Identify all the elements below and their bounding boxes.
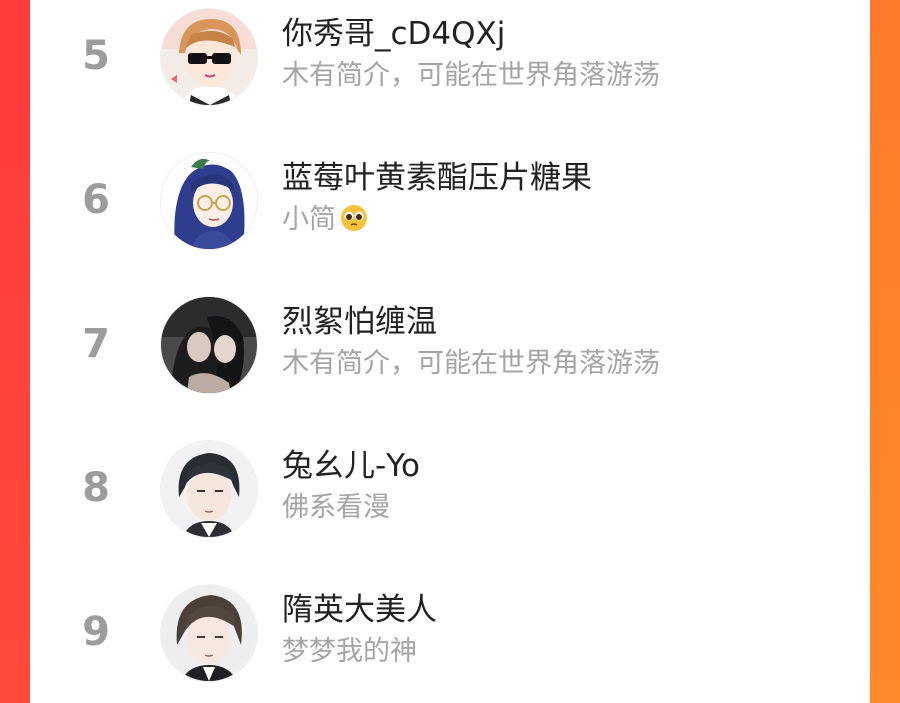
anime-boy-sunglasses-avatar <box>161 9 257 105</box>
ranking-list-panel: 5 你秀哥_cD4QXj 木有简介，可能在世界角落游荡 6 蓝莓叶黄素酯压片糖果… <box>30 0 870 703</box>
user-bio: 木有简介，可能在世界角落游荡 <box>282 348 660 379</box>
ranking-row[interactable]: 6 蓝莓叶黄素酯压片糖果 小简 <box>30 152 870 262</box>
user-avatar[interactable] <box>160 440 258 538</box>
dark-couple-illustration-avatar <box>161 297 257 393</box>
user-name[interactable]: 隋英大美人 <box>282 590 437 630</box>
user-avatar[interactable] <box>160 8 258 106</box>
user-avatar[interactable] <box>160 584 258 682</box>
ranking-row[interactable]: 7 烈絮怕缠温 木有简介，可能在世界角落游荡 <box>30 296 870 406</box>
user-name[interactable]: 你秀哥_cD4QXj <box>282 14 505 54</box>
rank-number: 5 <box>82 33 110 79</box>
user-bio: 梦梦我的神 <box>282 636 417 667</box>
user-name[interactable]: 烈絮怕缠温 <box>282 302 437 342</box>
right-border <box>870 0 900 703</box>
left-border <box>0 0 30 703</box>
rank-number: 6 <box>82 177 110 223</box>
anime-man-portrait-avatar <box>161 585 257 681</box>
user-bio: 木有简介，可能在世界角落游荡 <box>282 60 660 91</box>
user-avatar[interactable] <box>160 152 258 250</box>
user-name[interactable]: 蓝莓叶黄素酯压片糖果 <box>282 158 592 198</box>
rank-number: 7 <box>82 321 110 367</box>
user-avatar[interactable] <box>160 296 258 394</box>
anime-dark-hair-man-avatar <box>161 441 257 537</box>
anime-blue-hair-glasses-avatar <box>161 153 257 249</box>
rank-number: 9 <box>82 609 110 655</box>
pleading-face-emoji-icon <box>341 205 367 231</box>
ranking-row[interactable]: 9 隋英大美人 梦梦我的神 <box>30 584 870 694</box>
rank-number: 8 <box>82 465 110 511</box>
user-name[interactable]: 兔幺儿-Yo <box>282 446 420 486</box>
ranking-row[interactable]: 8 兔幺儿-Yo 佛系看漫 <box>30 440 870 550</box>
user-bio: 佛系看漫 <box>282 492 390 523</box>
ranking-row[interactable]: 5 你秀哥_cD4QXj 木有简介，可能在世界角落游荡 <box>30 8 870 118</box>
user-bio: 小简 <box>282 202 368 238</box>
user-bio-text: 小简 <box>282 204 336 235</box>
